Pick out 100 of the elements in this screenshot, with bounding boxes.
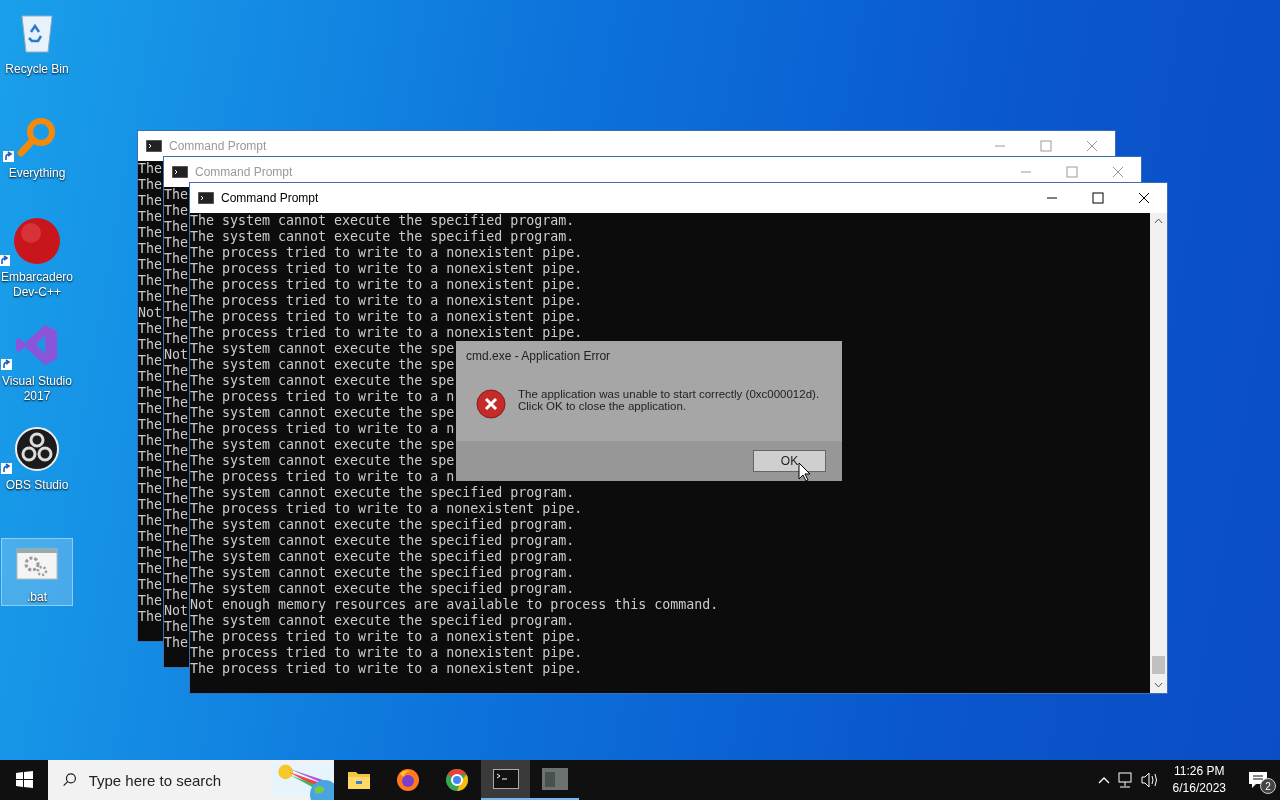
console-line: The process tried to write to a n xyxy=(190,469,455,485)
console-line: The process tried to write to a nonexistent pipe. xyxy=(190,261,583,277)
console-line: The xyxy=(164,411,189,427)
console-line: The xyxy=(138,369,163,385)
console-line: The xyxy=(138,593,163,609)
console-line: The xyxy=(138,177,163,193)
console-line: The xyxy=(138,353,163,369)
desktop-icon-label: Everything xyxy=(8,166,66,181)
desktop-icon-label: OBS Studio xyxy=(5,478,69,493)
console-line: The process tried to write to a nonexistent pipe. xyxy=(190,501,583,517)
console-line: The xyxy=(138,417,163,433)
console-line: The xyxy=(138,577,163,593)
console-line: The xyxy=(164,475,189,491)
console-line: The process tried to write to a nonexistent pipe. xyxy=(190,245,583,261)
console-line: The xyxy=(138,561,163,577)
scrollbar[interactable] xyxy=(1150,213,1167,693)
console-line: The process tried to write to a n xyxy=(190,389,455,405)
console-line: The xyxy=(164,187,189,203)
window-title: Command Prompt xyxy=(169,139,267,153)
fox-globe-icon xyxy=(395,768,420,792)
console-line: The xyxy=(138,513,163,529)
mouse-cursor-icon xyxy=(798,462,811,482)
console-line: The xyxy=(138,161,163,177)
console-line: The xyxy=(164,283,189,299)
clock-time[interactable]: 11:26 PM xyxy=(1174,763,1225,780)
console-line: The xyxy=(164,587,189,603)
console-line: The system cannot execute the specified program. xyxy=(190,517,575,533)
console-line: The xyxy=(164,251,189,267)
infinity-ribbon-icon xyxy=(15,323,59,367)
clock-date[interactable]: 6/16/2023 xyxy=(1172,780,1226,797)
console-line: The xyxy=(164,331,189,347)
console-line: Not xyxy=(138,305,163,321)
desktop-icon[interactable]: Visual Studio 2017 xyxy=(1,316,73,412)
console-line: The xyxy=(164,267,189,283)
taskbar-button[interactable] xyxy=(481,760,530,800)
console-line: The xyxy=(164,443,189,459)
scroll-thumb[interactable] xyxy=(1152,656,1165,674)
console-line: The system cannot execute the specified program. xyxy=(190,565,575,581)
console-line: The system cannot execute the spe xyxy=(190,437,455,453)
console-icon xyxy=(146,140,162,152)
search-box[interactable]: Type here to search xyxy=(48,760,334,800)
magnifier-icon xyxy=(17,117,57,157)
console-line: Not xyxy=(164,347,189,363)
tricolor-circle-icon xyxy=(444,768,469,792)
notification-count: 2 xyxy=(1260,778,1276,794)
console-line: The xyxy=(164,523,189,539)
search-field[interactable]: Type here to search xyxy=(86,770,261,790)
console-line: The xyxy=(164,507,189,523)
console-line: The system cannot execute the spe xyxy=(190,341,455,357)
desktop-icon[interactable]: Recycle Bin xyxy=(1,4,73,100)
console-line: The xyxy=(138,337,163,353)
ok-button[interactable]: OK xyxy=(753,450,826,472)
desktop-icon[interactable]: OBS Studio xyxy=(1,420,73,516)
console-line: The system cannot execute the specified program. xyxy=(190,229,575,245)
console-line: The process tried to write to a nonexistent pipe. xyxy=(190,293,583,309)
console-line: The xyxy=(164,219,189,235)
console-line: The xyxy=(138,385,163,401)
console-line: The process tried to write to a n xyxy=(190,421,455,437)
desktop-icon[interactable]: Everything xyxy=(1,108,73,204)
search-icon xyxy=(62,771,77,789)
console-line: The xyxy=(164,379,189,395)
record-disc-icon xyxy=(15,427,59,471)
console-line: The xyxy=(138,609,163,625)
error-icon xyxy=(476,389,506,419)
console-line: The xyxy=(138,273,163,289)
console-icon xyxy=(172,166,188,178)
console-line: The process tried to write to a nonexistent pipe. xyxy=(190,325,583,341)
console-line: The xyxy=(164,619,189,635)
window-title: Command Prompt xyxy=(195,165,293,179)
console-line: The xyxy=(164,299,189,315)
console-line: The xyxy=(138,465,163,481)
console-line: The process tried to write to a nonexistent pipe. xyxy=(190,277,583,293)
console-line: The xyxy=(138,241,163,257)
console-line: The system cannot execute the specified program. xyxy=(190,213,575,229)
console-line: The system cannot execute the specified program. xyxy=(190,533,575,549)
dialog-message: Click OK to close the application. xyxy=(518,400,688,412)
console-line: The system cannot execute the spe xyxy=(190,405,455,421)
console-line: The xyxy=(138,529,163,545)
console-line: The system cannot execute the spe xyxy=(190,357,455,373)
console-line: The xyxy=(164,459,189,475)
console-line: The system cannot execute the spe xyxy=(190,373,455,389)
console-icon xyxy=(198,192,214,204)
console-line: The xyxy=(138,193,163,209)
console-line: The process tried to write to a nonexistent pipe. xyxy=(190,661,583,677)
console-line: The xyxy=(164,491,189,507)
folder-icon xyxy=(346,770,371,790)
desktop-icon[interactable]: Embarcadero Dev-C++ xyxy=(1,212,73,308)
desktop-icon-label: Recycle Bin xyxy=(5,62,69,77)
console-line: The system cannot execute the specified program. xyxy=(190,485,575,501)
dialog-message: The application was unable to start correctly (0xc000012d). xyxy=(518,388,820,400)
console-line: Not xyxy=(164,603,189,619)
console-line: The process tried to write to a nonexistent pipe. xyxy=(190,309,583,325)
console-line: The xyxy=(138,433,163,449)
console-line: The xyxy=(138,209,163,225)
console-line: The xyxy=(138,401,163,417)
window-title: Command Prompt xyxy=(221,191,319,205)
console-line: The xyxy=(138,225,163,241)
desktop-icon[interactable]: .bat xyxy=(1,538,73,606)
console-line: The xyxy=(164,571,189,587)
console-line: The xyxy=(164,203,189,219)
